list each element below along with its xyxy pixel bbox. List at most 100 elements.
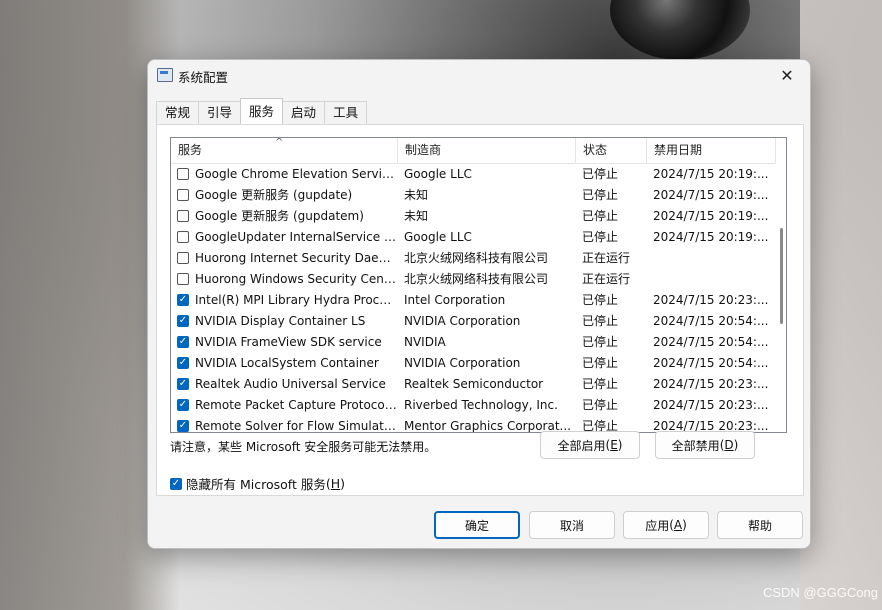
apply-label: 应用 [645,518,670,533]
disable-date-cell: 2024/7/15 20:19:... [653,208,769,223]
checkbox-unchecked-icon[interactable] [177,272,189,285]
services-list[interactable]: ^ 服务 制造商 状态 禁用日期 Google Chrome Elevation… [170,137,787,433]
table-row[interactable]: Google Chrome Elevation Servic... Google … [171,163,776,184]
apply-accesskey: A [673,518,683,532]
column-header-service[interactable]: ^ 服务 [171,138,398,163]
maker-cell: 北京火绒网络科技有限公司 [404,251,549,265]
checkbox-checked-icon[interactable] [177,398,189,411]
tab-strip: 常规 引导 服务 启动 工具 [156,98,368,124]
vertical-scrollbar[interactable] [776,138,786,432]
service-name: NVIDIA Display Container LS [195,313,366,328]
table-row[interactable]: Huorong Internet Security Daem... 北京火绒网络科… [171,247,776,268]
checkbox-unchecked-icon[interactable] [177,209,189,222]
disable-date-cell: 2024/7/15 20:54:... [653,334,769,349]
maker-cell: NVIDIA Corporation [404,355,521,370]
checkbox-checked-icon[interactable] [177,419,189,432]
service-cell: Google 更新服务 (gupdate) [171,186,398,203]
disable-all-label: 全部禁用 [671,438,720,453]
help-button[interactable]: 帮助 [717,511,803,539]
maker-cell: Riverbed Technology, Inc. [404,397,558,412]
list-body: Google Chrome Elevation Servic... Google … [171,163,776,433]
disable-all-button[interactable]: 全部禁用(D) [655,431,755,459]
checkbox-unchecked-icon[interactable] [177,188,189,201]
security-note: 请注意，某些 Microsoft 安全服务可能无法禁用。 [170,440,437,454]
table-row[interactable]: Google 更新服务 (gupdatem) 未知 已停止 2024/7/15 20:… [171,205,776,226]
checkbox-unchecked-icon[interactable] [177,167,189,180]
csdn-watermark: CSDN @GGGCong [762,585,878,600]
background-cat-eye [610,0,750,60]
apply-button[interactable]: 应用(A) [623,511,709,539]
enable-all-accesskey: E [610,438,618,452]
tab-general[interactable]: 常规 [156,101,200,124]
service-name: Realtek Audio Universal Service [195,376,386,391]
enable-all-label: 全部启用 [557,438,606,453]
table-row[interactable]: Intel(R) MPI Library Hydra Proce... Intel… [171,289,776,310]
hide-ms-accesskey: H [330,476,341,491]
hide-ms-label: 隐藏所有 Microsoft 服务 [186,477,326,492]
checkbox-checked-icon[interactable] [177,356,189,369]
service-name: NVIDIA LocalSystem Container [195,355,379,370]
service-cell: Remote Solver for Flow Simulatio... [171,418,398,433]
table-row[interactable]: NVIDIA FrameView SDK service NVIDIA 已停止 202… [171,331,776,352]
checkbox-checked-icon[interactable] [177,293,189,306]
disable-date-cell: 2024/7/15 20:19:... [653,229,769,244]
service-cell: NVIDIA FrameView SDK service [171,335,398,349]
checkbox-checked-icon[interactable] [177,335,189,348]
checkbox-unchecked-icon[interactable] [177,230,189,243]
disable-date-cell: 2024/7/15 20:23:... [653,376,769,391]
hide-ms-services-checkbox[interactable]: 隐藏所有 Microsoft 服务(H) [170,474,345,493]
status-cell: 正在运行 [582,272,631,286]
status-cell: 已停止 [582,335,619,349]
disable-date-cell: 2024/7/15 20:19:... [653,187,769,202]
maker-cell: 未知 [404,209,429,223]
ok-button[interactable]: 确定 [434,511,520,539]
table-row[interactable]: Google 更新服务 (gupdate) 未知 已停止 2024/7/15 20:1… [171,184,776,205]
column-header-status[interactable]: 状态 [576,138,647,163]
service-name: NVIDIA FrameView SDK service [195,334,382,349]
status-cell: 已停止 [582,377,619,391]
maker-cell: Realtek Semiconductor [404,376,544,391]
maker-cell: 未知 [404,188,429,202]
service-name: Google 更新服务 (gupdate) [195,188,353,202]
service-cell: Google Chrome Elevation Servic... [171,167,398,181]
table-row[interactable]: Realtek Audio Universal Service Realtek S… [171,373,776,394]
cancel-button[interactable]: 取消 [529,511,615,539]
window-title: 系统配置 [178,70,229,85]
table-row[interactable]: Huorong Windows Security Center 北京火绒网络科技有… [171,268,776,289]
close-icon: ✕ [780,65,794,85]
service-cell: Intel(R) MPI Library Hydra Proce... [171,293,398,307]
table-row[interactable]: Remote Packet Capture Protocol... Riverbe… [171,394,776,415]
column-header-disable-date[interactable]: 禁用日期 [647,138,776,163]
list-header: ^ 服务 制造商 状态 禁用日期 [171,138,776,164]
tab-startup[interactable]: 启动 [282,101,326,124]
service-name: Google 更新服务 (gupdatem) [195,209,364,223]
checkbox-checked-icon[interactable] [170,477,182,490]
tab-services[interactable]: 服务 [240,98,284,124]
maker-cell: Intel Corporation [404,292,506,307]
service-cell: NVIDIA Display Container LS [171,314,398,328]
scrollbar-thumb[interactable] [780,228,783,324]
status-cell: 已停止 [582,230,619,244]
title-bar: 系统配置 ✕ [148,60,810,92]
close-button[interactable]: ✕ [764,60,810,90]
table-row[interactable]: GoogleUpdater InternalService 1... Google… [171,226,776,247]
enable-all-button[interactable]: 全部启用(E) [540,431,640,459]
service-name: Remote Solver for Flow Simulatio... [195,418,398,433]
tab-tools[interactable]: 工具 [324,101,368,124]
service-name: Remote Packet Capture Protocol... [195,397,398,412]
tab-boot[interactable]: 引导 [198,101,242,124]
checkbox-unchecked-icon[interactable] [177,251,189,264]
status-cell: 已停止 [582,293,619,307]
system-config-dialog: 系统配置 ✕ 常规 引导 服务 启动 工具 ^ 服务 制造商 状态 禁用日期 G… [147,59,811,549]
checkbox-checked-icon[interactable] [177,314,189,327]
status-cell: 已停止 [582,398,619,412]
column-header-maker[interactable]: 制造商 [398,138,576,163]
service-cell: Huorong Windows Security Center [171,272,398,286]
service-cell: Remote Packet Capture Protocol... [171,398,398,412]
service-name: Intel(R) MPI Library Hydra Proce... [195,292,398,307]
maker-cell: NVIDIA Corporation [404,313,521,328]
status-cell: 已停止 [582,188,619,202]
table-row[interactable]: NVIDIA LocalSystem Container NVIDIA Corpo… [171,352,776,373]
table-row[interactable]: NVIDIA Display Container LS NVIDIA Corpor… [171,310,776,331]
checkbox-checked-icon[interactable] [177,377,189,390]
